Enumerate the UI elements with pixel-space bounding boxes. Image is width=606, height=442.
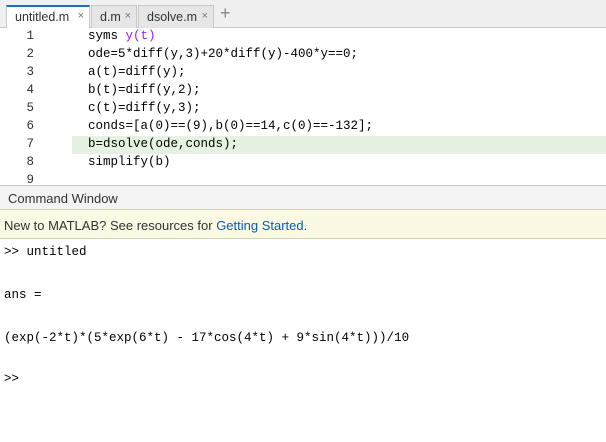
line-number: 6 <box>26 119 34 133</box>
code-text: syms y(t) <box>88 29 156 43</box>
command-window-body[interactable]: >> untitled ans = (exp(-2*t)*(5*exp(6*t)… <box>0 239 606 442</box>
line-number: 7 <box>26 137 34 151</box>
code-editor[interactable]: 1 syms y(t) 2 ode=5*diff(y,3)+20*diff(y)… <box>0 28 606 185</box>
line-number: 5 <box>26 101 34 115</box>
command-input-line: >> untitled <box>4 245 87 259</box>
banner-prefix: New to MATLAB? See resources for <box>4 218 217 233</box>
line-number: 3 <box>26 65 34 79</box>
code-line[interactable]: 8 simplify(b) <box>0 154 606 172</box>
symbolic-variable: y(t) <box>125 29 156 43</box>
close-icon[interactable]: × <box>78 10 84 22</box>
line-number: 2 <box>26 47 34 61</box>
tab-label: dsolve.m <box>147 10 198 24</box>
code-text: b(t)=diff(y,2); <box>88 83 201 97</box>
code-text: simplify(b) <box>88 155 171 169</box>
command-prompt[interactable]: >> <box>4 372 19 386</box>
code-line[interactable]: 1 syms y(t) <box>0 28 606 46</box>
code-line[interactable]: 3 a(t)=diff(y); <box>0 64 606 82</box>
code-text: c(t)=diff(y,3); <box>88 101 201 115</box>
line-number: 4 <box>26 83 34 97</box>
code-text: a(t)=diff(y); <box>88 65 186 79</box>
tab-label: untitled.m <box>15 10 70 24</box>
tab-label: d.m <box>100 10 121 24</box>
close-icon[interactable]: × <box>125 10 131 22</box>
tab-dsolve-m[interactable]: dsolve.m × <box>138 5 214 28</box>
code-line[interactable]: 5 c(t)=diff(y,3); <box>0 100 606 118</box>
code-line[interactable]: 9 <box>0 172 606 185</box>
banner-text: New to MATLAB? See resources for Getting… <box>4 218 307 233</box>
code-line[interactable]: 6 conds=[a(0)==(9),b(0)==14,c(0)==-132]; <box>0 118 606 136</box>
code-text: b=dsolve(ode,conds); <box>88 137 239 151</box>
code-line[interactable]: 4 b(t)=diff(y,2); <box>0 82 606 100</box>
code-text: ode=5*diff(y,3)+20*diff(y)-400*y==0; <box>88 47 359 61</box>
tab-untitled-m[interactable]: untitled.m × <box>6 5 90 29</box>
output-ans-label: ans = <box>4 288 42 302</box>
add-tab-icon[interactable]: + <box>220 4 231 22</box>
close-icon[interactable]: × <box>202 10 208 22</box>
getting-started-link[interactable]: Getting Started <box>216 218 303 233</box>
line-number: 1 <box>26 29 34 43</box>
code-text: conds=[a(0)==(9),b(0)==14,c(0)==-132]; <box>88 119 374 133</box>
code-keyword: syms <box>88 29 126 43</box>
line-number: 9 <box>26 173 34 185</box>
editor-tab-bar: untitled.m × d.m × dsolve.m × + <box>0 0 606 29</box>
line-number: 8 <box>26 155 34 169</box>
command-window-title: Command Window <box>8 191 118 206</box>
tab-d-m[interactable]: d.m × <box>91 5 137 28</box>
output-result: (exp(-2*t)*(5*exp(6*t) - 17*cos(4*t) + 9… <box>4 331 410 345</box>
code-line[interactable]: 2 ode=5*diff(y,3)+20*diff(y)-400*y==0; <box>0 46 606 64</box>
banner-suffix: . <box>303 218 308 233</box>
getting-started-banner: New to MATLAB? See resources for Getting… <box>0 209 606 239</box>
command-window-header[interactable]: Command Window <box>0 185 606 209</box>
code-line-current[interactable]: 7 b=dsolve(ode,conds); <box>0 136 606 154</box>
